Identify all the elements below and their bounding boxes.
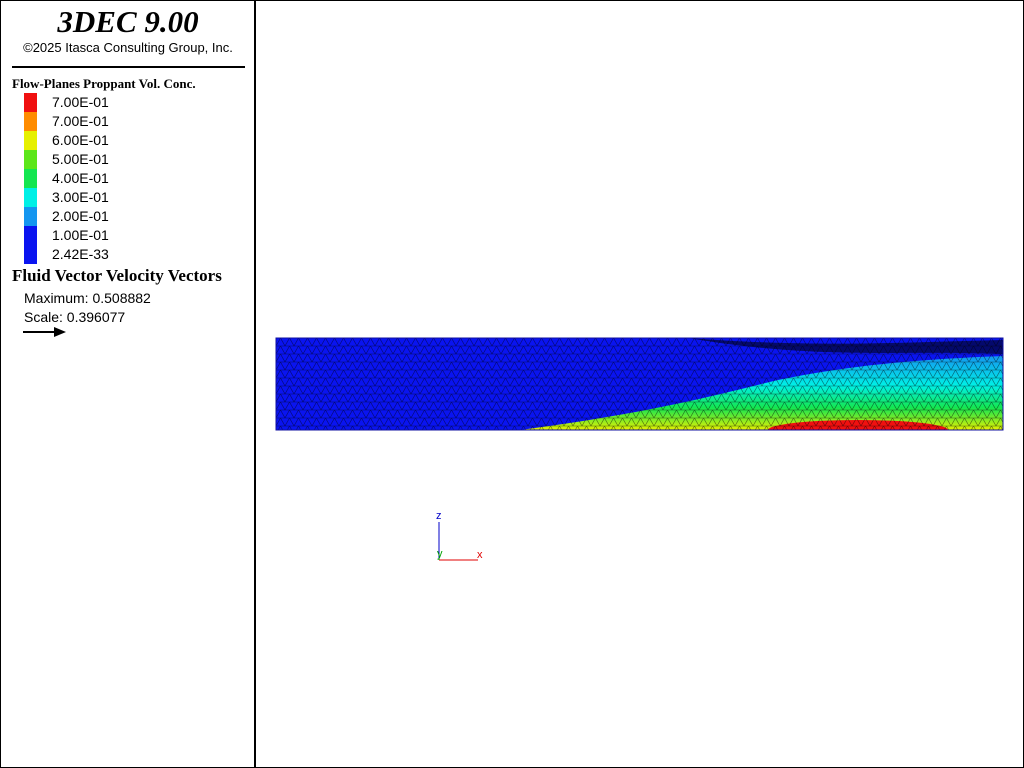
scale-label: 7.00E-01 bbox=[52, 113, 109, 129]
scale-label: 7.00E-01 bbox=[52, 94, 109, 110]
app-title: 3DEC 9.00 bbox=[57, 4, 199, 39]
scale-swatch bbox=[24, 245, 37, 264]
scale-label: 3.00E-01 bbox=[52, 189, 109, 205]
scale-swatch bbox=[24, 112, 37, 131]
scale-label: 5.00E-01 bbox=[52, 151, 109, 167]
scale-swatch bbox=[24, 150, 37, 169]
scale-swatch bbox=[24, 93, 37, 112]
scale-swatch bbox=[24, 207, 37, 226]
axis-triad: z y x bbox=[436, 510, 483, 561]
scale-label: 6.00E-01 bbox=[52, 132, 109, 148]
scale-label: 2.42E-33 bbox=[52, 246, 109, 262]
plot-item-title: Flow-Planes Proppant Vol. Conc. bbox=[12, 76, 196, 91]
axis-y-label: y bbox=[437, 548, 443, 560]
scale-label: 4.00E-01 bbox=[52, 170, 109, 186]
vector-scale: Scale: 0.396077 bbox=[24, 309, 126, 325]
vector-arrow-icon bbox=[23, 327, 66, 337]
scale-swatch bbox=[24, 188, 37, 207]
scale-label: 2.00E-01 bbox=[52, 208, 109, 224]
model-viewport[interactable]: z y x bbox=[258, 2, 1021, 765]
legend-panel: 3DEC 9.00 ©2025 Itasca Consulting Group,… bbox=[0, 0, 256, 768]
copyright-text: ©2025 Itasca Consulting Group, Inc. bbox=[23, 40, 233, 55]
scale-swatch bbox=[24, 169, 37, 188]
fracture-plane-mesh[interactable] bbox=[275, 337, 1008, 464]
axis-x-label: x bbox=[477, 549, 483, 561]
scale-swatch bbox=[24, 131, 37, 150]
scale-label: 1.00E-01 bbox=[52, 227, 109, 243]
vector-maximum: Maximum: 0.508882 bbox=[24, 290, 151, 306]
scale-swatch bbox=[24, 226, 37, 245]
legend-separator bbox=[12, 66, 245, 68]
vector-plot-title: Fluid Vector Velocity Vectors bbox=[12, 266, 222, 285]
axis-z-label: z bbox=[436, 510, 442, 522]
